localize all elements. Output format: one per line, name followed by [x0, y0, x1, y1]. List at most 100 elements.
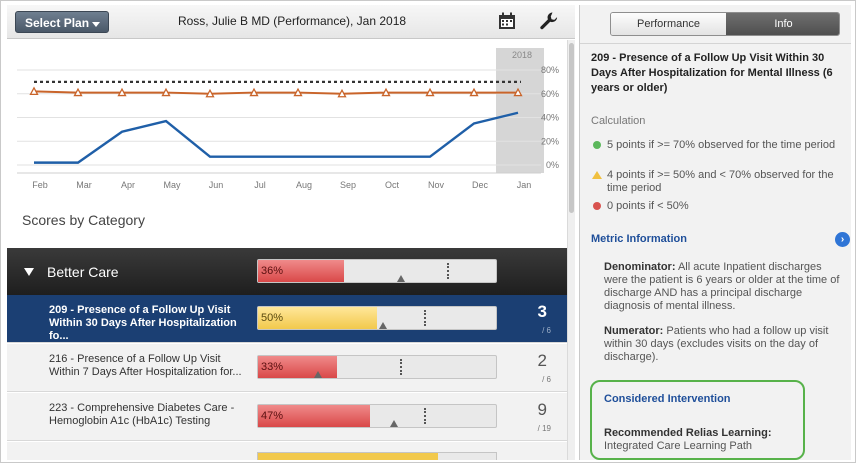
tab-performance[interactable]: Performance: [611, 13, 726, 35]
target-marker: [447, 263, 449, 279]
benchmark-marker: [314, 371, 322, 378]
denominator-label: Denominator:: [604, 261, 676, 273]
intervention-box: Considered Intervention Recommended Reli…: [590, 380, 805, 460]
measure-title: 209 - Presence of a Follow Up Visit With…: [49, 304, 237, 342]
series-point-marker: [73, 87, 83, 97]
measure-row-216[interactable]: 216 - Presence of a Follow Up Visit With…: [7, 344, 567, 392]
x-tick-label: Jun: [209, 180, 224, 190]
y-tick-label: 20%: [541, 136, 559, 146]
select-plan-button[interactable]: Select Plan: [15, 11, 109, 33]
series-point-marker: [205, 88, 215, 98]
tab-info[interactable]: Info: [726, 13, 839, 35]
category-header-better-care[interactable]: Better Care 36%: [7, 248, 567, 295]
metric-title: 209 - Presence of a Follow Up Visit With…: [591, 52, 833, 94]
denominator-text: Denominator: All acute Inpatient dischar…: [604, 261, 848, 313]
benchmark-marker: [397, 275, 405, 282]
info-panel: Performance Info 209 - Presence of a Fol…: [579, 5, 851, 460]
app-frame: Select Plan Ross, Julie B MD (Performanc…: [0, 0, 856, 463]
x-tick-label: Oct: [385, 180, 400, 190]
measure-pct: 50%: [261, 312, 284, 324]
series-point-marker: [381, 87, 391, 97]
calculation-text: 5 points if >= 70% observed for the time…: [607, 139, 836, 151]
calculation-text: 0 points if < 50%: [607, 200, 689, 212]
category-name: Better Care: [47, 264, 119, 280]
scrollbar-thumb[interactable]: [569, 43, 574, 213]
measure-out-of: / 6: [542, 326, 551, 335]
x-tick-label: Sep: [340, 180, 356, 190]
x-tick-label: Nov: [428, 180, 445, 190]
calculation-label: Calculation: [591, 115, 646, 127]
series-point-marker: [117, 87, 127, 97]
category-score-bar: 36%: [257, 259, 497, 283]
y-tick-label: 0%: [546, 160, 559, 170]
select-plan-label: Select Plan: [25, 16, 90, 30]
green-dot-icon: [593, 141, 601, 149]
series-point-marker: [249, 87, 259, 97]
measure-score-bar: 47%: [257, 404, 497, 428]
benchmark-marker: [390, 420, 398, 427]
measure-score: 9: [537, 400, 547, 419]
x-tick-label: Feb: [32, 180, 48, 190]
next-row-peek: [7, 442, 567, 460]
series-point-marker: [469, 87, 479, 97]
intervention-title[interactable]: Considered Intervention: [604, 393, 731, 405]
measure-out-of: / 19: [537, 424, 551, 433]
series-point-marker: [29, 86, 39, 96]
x-tick-label: Aug: [296, 180, 312, 190]
chevron-right-icon[interactable]: ›: [835, 232, 850, 247]
category-pct: 36%: [261, 265, 284, 277]
next-row-fill-peek: [258, 453, 438, 460]
measure-pct: 33%: [261, 361, 284, 373]
trend-chart: 2018 80% 60% 40% 20% 0% Feb Mar Apr May Jun Jul Aug S…: [17, 48, 559, 190]
y-tick-label: 40%: [541, 113, 559, 123]
x-tick-label: Jul: [254, 180, 266, 190]
benchmark-marker: [379, 322, 387, 329]
calendar-icon[interactable]: [498, 12, 516, 30]
red-dot-icon: [593, 202, 601, 210]
calculation-item-4-points: 4 points if >= 50% and < 70% observed fo…: [592, 169, 847, 195]
measure-row-209[interactable]: 209 - Presence of a Follow Up Visit With…: [7, 295, 567, 343]
numerator-text: Numerator: Patients who had a follow up …: [604, 325, 848, 364]
view-toggle: Performance Info: [610, 12, 840, 36]
measure-score: 2: [537, 351, 547, 370]
measure-row-223[interactable]: 223 - Comprehensive Diabetes Care - Hemo…: [7, 393, 567, 441]
target-marker: [424, 310, 426, 326]
series-line-0: [34, 111, 519, 164]
metric-information-link[interactable]: Metric Information: [591, 233, 687, 245]
intervention-value: Integrated Care Learning Path: [604, 440, 752, 452]
x-tick-label: Jan: [517, 180, 532, 190]
year-label: 2018: [512, 50, 532, 60]
series-point-marker: [425, 87, 435, 97]
divider: [580, 43, 851, 44]
warning-triangle-icon: [592, 171, 602, 179]
left-scrollbar[interactable]: [567, 40, 575, 460]
x-tick-label: May: [163, 180, 181, 190]
series-point-marker: [337, 88, 347, 98]
measure-title: 216 - Presence of a Follow Up Visit With…: [49, 353, 242, 378]
y-tick-label: 80%: [541, 65, 559, 75]
x-tick-label: Mar: [76, 180, 92, 190]
chevron-down-icon: [92, 22, 100, 27]
y-tick-label: 60%: [541, 89, 559, 99]
series-line-1: [33, 90, 518, 95]
calculation-item-5-points: 5 points if >= 70% observed for the time…: [593, 139, 847, 152]
measure-title: 223 - Comprehensive Diabetes Care - Hemo…: [49, 402, 235, 427]
measure-score-bar: 50%: [257, 306, 497, 330]
collapse-triangle-icon[interactable]: [24, 268, 34, 276]
intervention-label: Recommended Relias Learning:: [604, 427, 772, 439]
measure-pct: 47%: [261, 410, 284, 422]
target-marker: [424, 408, 426, 424]
measure-score: 3: [537, 302, 547, 321]
series-point-marker: [161, 87, 171, 97]
x-tick-label: Dec: [472, 180, 489, 190]
measure-out-of: / 6: [542, 375, 551, 384]
scores-heading: Scores by Category: [22, 212, 145, 228]
calculation-text: 4 points if >= 50% and < 70% observed fo…: [607, 169, 834, 194]
next-row-bar-peek: [257, 452, 497, 460]
current-period-band: [496, 48, 544, 173]
target-marker: [400, 359, 402, 375]
wrench-icon[interactable]: [539, 11, 559, 31]
toolbar: Select Plan Ross, Julie B MD (Performanc…: [7, 5, 575, 39]
measure-score-bar: 33%: [257, 355, 497, 379]
performance-panel: Select Plan Ross, Julie B MD (Performanc…: [7, 5, 575, 460]
